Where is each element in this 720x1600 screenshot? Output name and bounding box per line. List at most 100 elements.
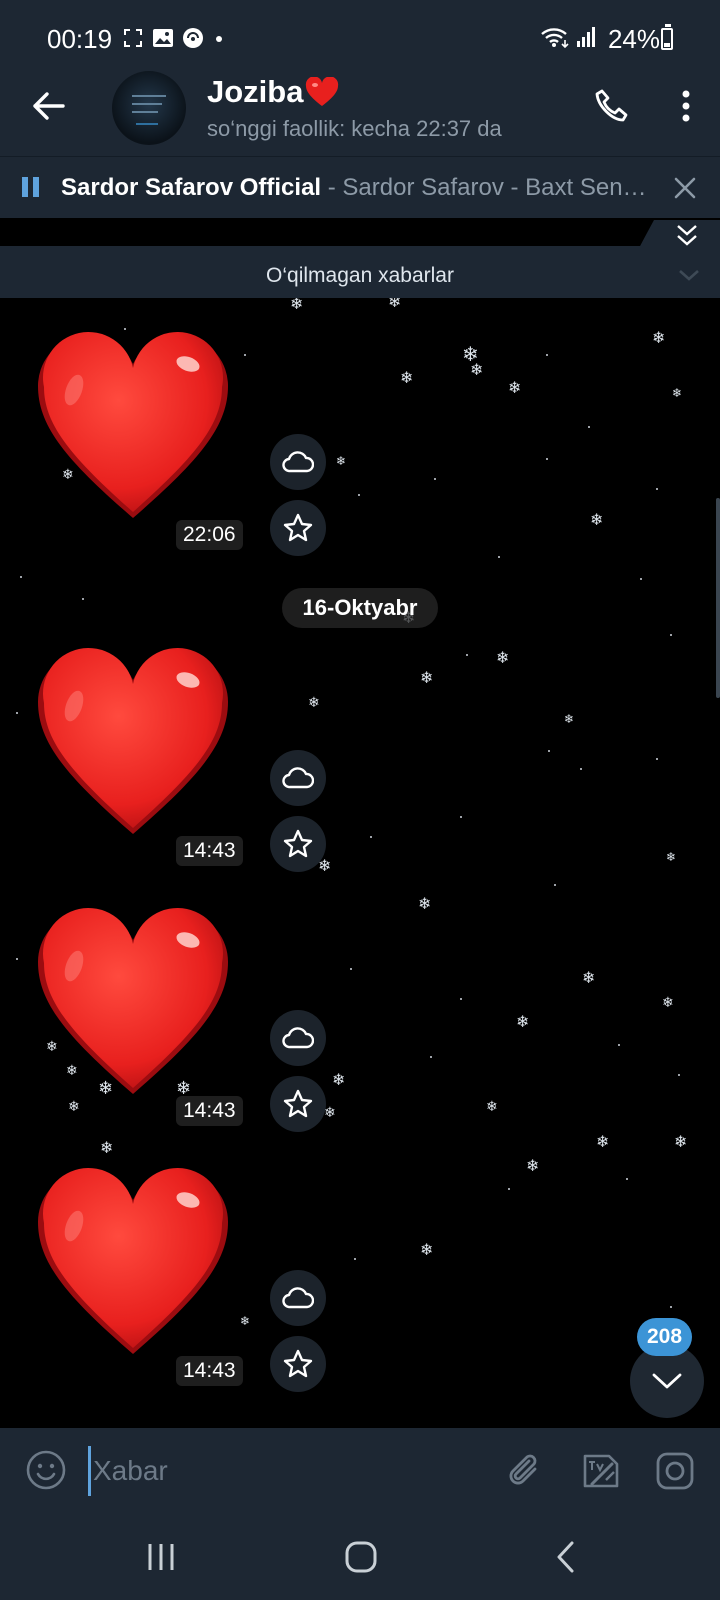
star-dot	[554, 884, 556, 886]
snowflake-decoration: ❄	[590, 512, 604, 529]
status-left-icons	[122, 26, 226, 50]
star-outline-icon	[283, 1089, 313, 1118]
star-dot	[546, 458, 548, 460]
star-dot	[548, 750, 550, 752]
star-dot	[358, 494, 360, 496]
sticker-icon	[583, 1454, 619, 1488]
star-dot	[546, 354, 548, 356]
message-time: 14:43	[176, 836, 243, 866]
signal-icon	[577, 27, 595, 47]
cloud-icon	[282, 451, 314, 473]
favorite-button[interactable]	[270, 1336, 326, 1392]
snowflake-decoration: ❄	[100, 1140, 114, 1157]
music-track-info[interactable]: Sardor Safarov Official - Sardor Safarov…	[61, 174, 656, 202]
save-to-cloud-button[interactable]	[270, 1010, 326, 1066]
back-button[interactable]	[26, 84, 70, 128]
snowflake-decoration: ❄	[662, 994, 674, 1010]
camera-button[interactable]	[652, 1448, 698, 1494]
star-outline-icon	[283, 1349, 313, 1378]
chat-header: Joziba so‘nggi faollik: kecha 22:37 da	[0, 58, 720, 156]
favorite-button[interactable]	[270, 816, 326, 872]
message-sticker[interactable]: 14:43	[36, 1166, 336, 1392]
heart-emoji-icon	[306, 77, 339, 106]
vpn-icon	[183, 28, 203, 48]
snowflake-decoration: ❄	[470, 362, 484, 379]
star-dot	[626, 1178, 628, 1180]
chat-title-text: Joziba	[207, 74, 304, 109]
date-separator-label: 16-Oktyabr	[302, 595, 418, 620]
date-separator: 16-Oktyabr	[282, 588, 438, 628]
star-dot	[466, 654, 468, 656]
music-player-bar[interactable]: Sardor Safarov Official - Sardor Safarov…	[0, 156, 720, 218]
attach-button[interactable]	[502, 1448, 548, 1494]
unread-messages-divider: O‘qilmagan xabarlar	[0, 254, 720, 298]
cloud-icon	[282, 1027, 314, 1049]
star-dot	[20, 576, 22, 578]
system-navigation-bar	[0, 1514, 720, 1600]
close-icon	[674, 177, 696, 199]
avatar-detail	[132, 111, 158, 113]
home-icon	[345, 1541, 377, 1573]
recent-apps-button[interactable]	[136, 1534, 186, 1580]
favorite-button[interactable]	[270, 500, 326, 556]
scrollbar[interactable]	[716, 498, 720, 698]
message-sticker[interactable]: 14:43	[36, 906, 336, 1132]
snowflake-decoration: ❄	[674, 1134, 688, 1151]
save-to-cloud-button[interactable]	[270, 434, 326, 490]
chat-subtitle: so‘nggi faollik: kecha 22:37 da	[207, 116, 502, 141]
sticker-button[interactable]	[578, 1448, 624, 1494]
status-bar: 00:19 24%	[0, 0, 720, 58]
snowflake-decoration: ❄	[420, 1242, 434, 1259]
save-to-cloud-button[interactable]	[270, 1270, 326, 1326]
star-dot	[656, 758, 658, 760]
call-button[interactable]	[588, 82, 636, 130]
avatar[interactable]	[112, 71, 186, 145]
unread-divider-label: O‘qilmagan xabarlar	[266, 264, 454, 287]
star-outline-icon	[283, 513, 313, 542]
message-sticker[interactable]: 14:43	[36, 646, 336, 872]
chat-messages-area[interactable]: ❄ ❄ ❄ ❄ ❄ ❄ ❄ ❄ ❄ ❄ ❄ ❄ ❄ ❄ ❄ ❄ ❄ ❄ ❄ ❄ …	[0, 298, 720, 1428]
heart-sticker-icon	[37, 907, 229, 1094]
star-dot	[508, 1188, 510, 1190]
message-time: 14:43	[176, 1096, 243, 1126]
message-time: 14:43	[176, 1356, 243, 1386]
snowflake-decoration: ❄	[486, 1098, 498, 1114]
dots-vertical-icon	[682, 90, 690, 122]
message-input[interactable]	[88, 1446, 478, 1496]
snowflake-decoration: ❄	[496, 650, 510, 667]
avatar-detail	[136, 123, 158, 125]
dot-icon	[216, 36, 222, 42]
save-to-cloud-button[interactable]	[270, 750, 326, 806]
battery-cap	[665, 24, 671, 27]
home-button[interactable]	[336, 1534, 386, 1580]
star-outline-icon	[283, 829, 313, 858]
emoji-button[interactable]	[24, 1448, 68, 1492]
message-sticker[interactable]: 22:06	[36, 330, 336, 556]
star-dot	[16, 958, 18, 960]
pause-icon[interactable]	[22, 177, 40, 197]
star-dot	[434, 478, 436, 480]
star-dot	[618, 1044, 620, 1046]
heart-sticker-icon	[37, 1167, 229, 1354]
chat-title[interactable]: Joziba	[207, 74, 339, 110]
phone-icon	[595, 89, 628, 122]
chevron-down-icon	[652, 1373, 682, 1389]
back-nav-button[interactable]	[540, 1534, 590, 1580]
snowflake-decoration: ❄	[516, 1014, 530, 1031]
star-dot	[656, 488, 658, 490]
snowflake-decoration: ❄	[666, 850, 677, 864]
more-menu-button[interactable]	[668, 82, 704, 130]
heart-sticker-icon	[37, 331, 229, 518]
wifi-icon	[541, 28, 569, 48]
star-dot	[354, 1258, 356, 1260]
music-close-button[interactable]	[670, 173, 700, 203]
screenshot-icon	[124, 29, 142, 47]
favorite-button[interactable]	[270, 1076, 326, 1132]
status-time: 00:19	[47, 24, 113, 54]
paperclip-icon	[509, 1454, 537, 1485]
pinned-fold-tab[interactable]	[0, 218, 720, 254]
recent-apps-icon	[148, 1544, 174, 1570]
avatar-detail	[132, 95, 166, 97]
star-dot	[82, 598, 84, 600]
chevron-down-icon[interactable]	[678, 268, 700, 282]
